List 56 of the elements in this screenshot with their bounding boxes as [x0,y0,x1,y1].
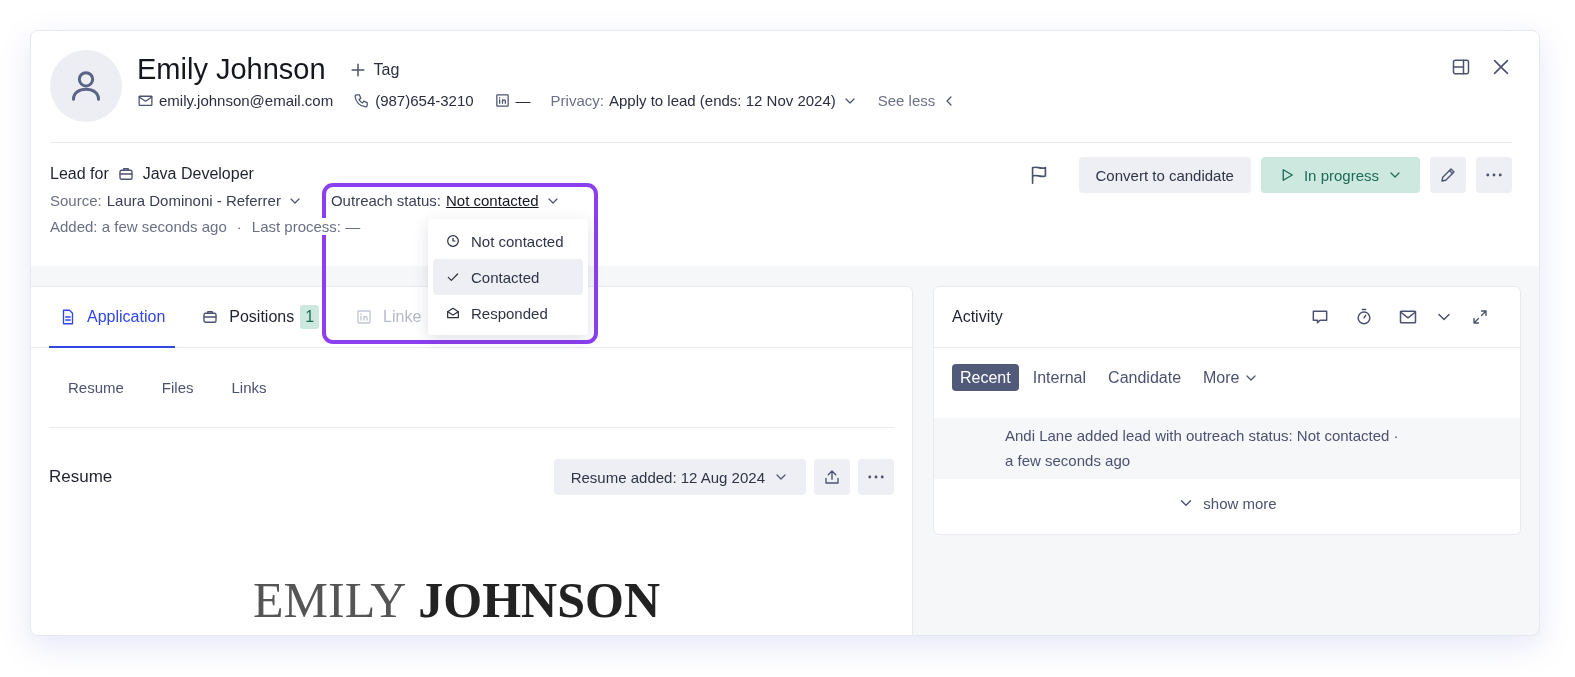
linkedin-icon [355,307,374,326]
count-badge: 1 [300,304,320,329]
status-dropdown-button[interactable]: In progress [1260,157,1420,193]
menu-item[interactable]: Responded [433,295,583,331]
upload-icon [823,468,841,486]
pencil-icon [1439,166,1457,184]
phone-icon [353,92,371,109]
outreach-status-dropdown[interactable]: Not contacted [446,192,561,209]
contact-name: Emily Johnson [137,53,326,86]
filter-tab[interactable]: Recent [952,364,1019,391]
lead-for-label: Lead for [50,165,109,183]
ellipsis-icon [1486,173,1502,177]
outreach-status-label: Outreach status: [330,192,441,209]
resume-last-name: JOHNSON [418,572,660,628]
sub-tab[interactable]: Resume [49,369,143,406]
source-dropdown[interactable]: Laura Dominoni - Referrer [106,192,303,209]
tab[interactable]: Positions 1 [191,287,330,348]
briefcase-icon [116,165,135,183]
source-label: Source: [50,192,102,209]
privacy-dropdown[interactable]: Apply to lead (ends: 12 Nov 2024) [608,92,858,109]
email-link[interactable]: emily.johnson@email.com [159,92,334,109]
filter-tab[interactable]: Internal [1024,364,1095,391]
filter-tab[interactable]: More [1195,364,1268,391]
activity-time: a few seconds ago [1005,451,1132,471]
edit-button[interactable] [1430,157,1466,193]
last-process: Last process: — [251,218,361,235]
position-name[interactable]: Java Developer [142,165,254,183]
expand-icon [1471,308,1489,326]
clock-icon [445,233,461,249]
privacy-label: Privacy: [550,92,604,109]
envelope-icon [1398,307,1418,327]
upload-button[interactable] [814,459,850,495]
see-less-button[interactable]: See less [877,92,958,109]
menu-item[interactable]: Contacted [433,259,583,295]
add-tag-button[interactable]: Tag [347,59,400,80]
activity-text: Andi Lane added lead with outreach status: Not contacted · [1005,426,1400,446]
menu-item[interactable]: Not contacted [433,223,583,259]
resume-version-dropdown[interactable]: Resume added: 12 Aug 2024 [553,459,806,495]
ellipsis-icon [868,475,884,479]
speech-bubble-icon [1310,307,1330,327]
linkedin-value: — [515,92,531,109]
phone-number: (987)654-3210 [375,92,474,109]
open-envelope-icon [445,305,461,321]
tab[interactable]: Application [49,287,176,348]
sub-tab[interactable]: Files [142,369,213,406]
resume-first-name: EMILY [253,572,407,628]
resume-title: Resume [49,467,114,487]
stopwatch-icon [1354,307,1374,327]
added-time: Added: a few seconds ago [50,218,227,235]
panel-icon [1451,57,1471,77]
show-more-button[interactable]: show more [1171,493,1283,513]
linkedin-icon [493,92,511,109]
convert-to-candidate-button[interactable]: Convert to candidate [1078,157,1251,193]
filter-tab[interactable]: Candidate [1100,364,1190,391]
activity-title: Activity [952,308,1004,326]
sub-tab[interactable]: Links [212,369,286,406]
